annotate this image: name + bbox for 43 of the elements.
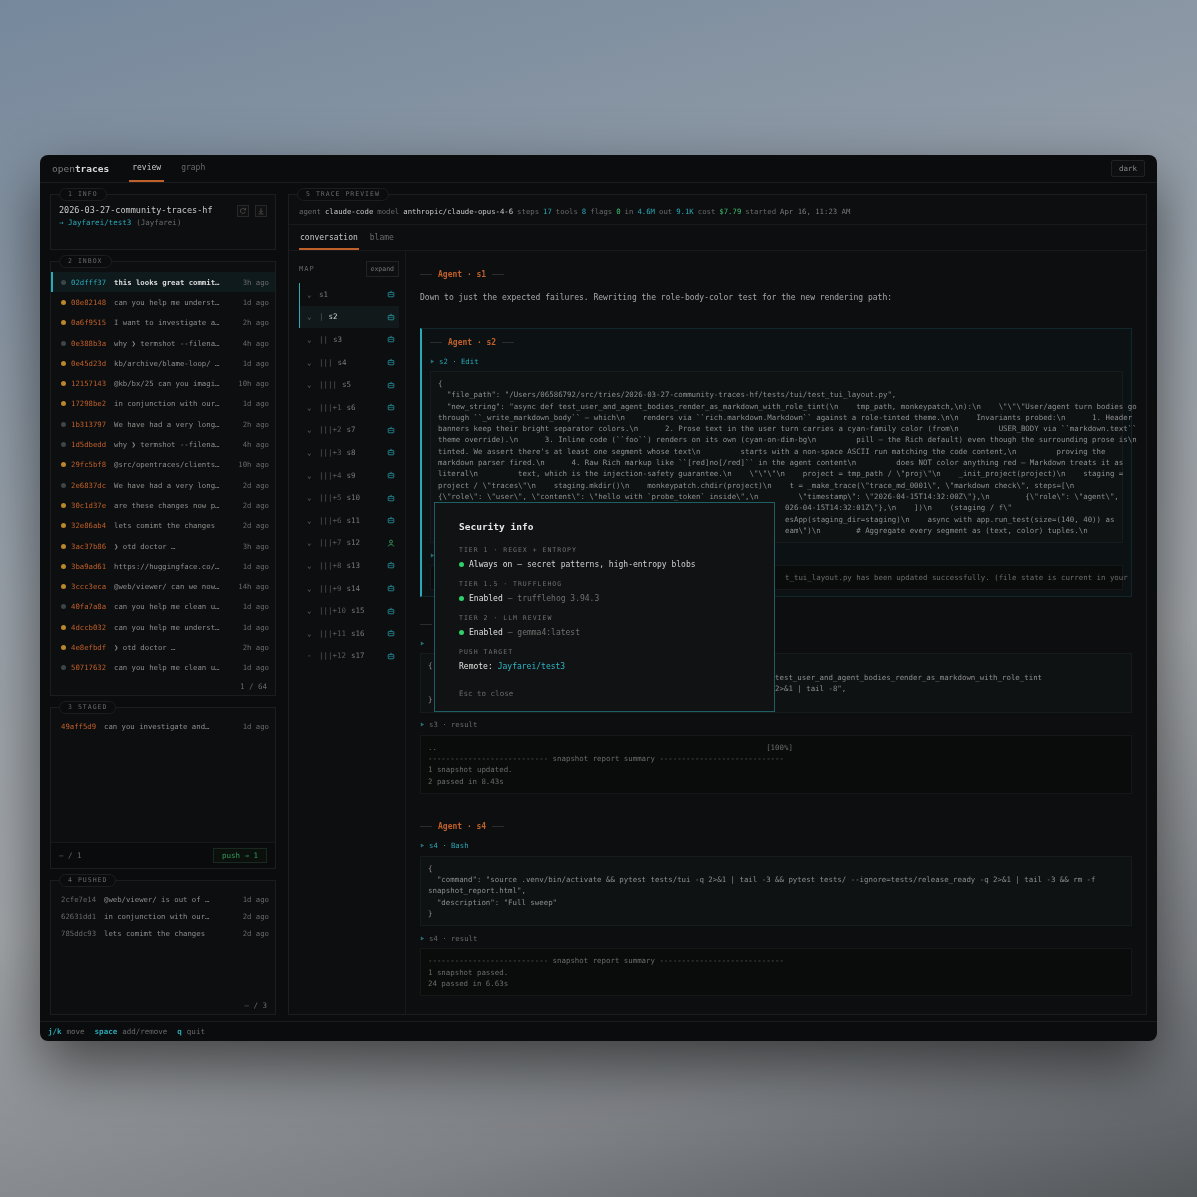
- remote-label: Remote:: [459, 662, 493, 671]
- robot-icon: [387, 516, 395, 525]
- robot-icon: [387, 290, 395, 299]
- robot-icon: [387, 425, 395, 434]
- robot-icon: [387, 358, 395, 367]
- refresh-icon[interactable]: [237, 205, 249, 217]
- caret-icon: [420, 640, 425, 646]
- person-icon: [387, 538, 395, 547]
- message-header: Agent · s2: [448, 337, 497, 347]
- robot-icon: [387, 629, 395, 638]
- view-tab[interactable]: blame: [368, 225, 395, 250]
- dialog-title: Security info: [459, 521, 535, 532]
- view-tab[interactable]: conversation: [299, 225, 359, 250]
- robot-icon: [387, 335, 395, 344]
- status-text: Enabled: [469, 628, 503, 637]
- robot-icon: [387, 312, 395, 321]
- caret-icon: [420, 935, 425, 941]
- status-detail: — secret patterns, high-entropy blobs: [517, 560, 696, 569]
- robot-icon: [387, 403, 395, 412]
- nav-tab[interactable]: graph: [178, 155, 209, 182]
- download-icon[interactable]: [255, 205, 267, 217]
- status-detail: — trufflehog 3.94.3: [507, 594, 600, 603]
- caret-icon: [420, 843, 425, 849]
- remote-link[interactable]: Jayfarei/test3: [497, 662, 566, 671]
- robot-icon: [387, 471, 395, 480]
- message-header: Agent · s4: [438, 822, 487, 832]
- app-logo: opentraces: [52, 163, 110, 174]
- message-header: Agent · s1: [438, 269, 487, 279]
- message-text: Down to just the expected failures. Rewriting the role-body-color test for the new rendering path:: [420, 292, 893, 304]
- status-detail: — gemma4:latest: [507, 628, 580, 637]
- status-text: Enabled: [469, 594, 503, 603]
- robot-icon: [387, 561, 395, 570]
- robot-icon: [387, 448, 395, 457]
- caret-icon: [430, 358, 435, 364]
- robot-icon: [387, 606, 395, 615]
- dataset-title: 2026-03-27-community-traces-hf: [59, 205, 214, 215]
- robot-icon: [387, 584, 395, 592]
- robot-icon: [387, 493, 395, 502]
- robot-icon: [387, 380, 395, 389]
- robot-icon: [387, 651, 395, 660]
- caret-icon: [420, 722, 425, 728]
- nav-tab[interactable]: review: [129, 155, 165, 182]
- status-text: Always on: [469, 560, 513, 569]
